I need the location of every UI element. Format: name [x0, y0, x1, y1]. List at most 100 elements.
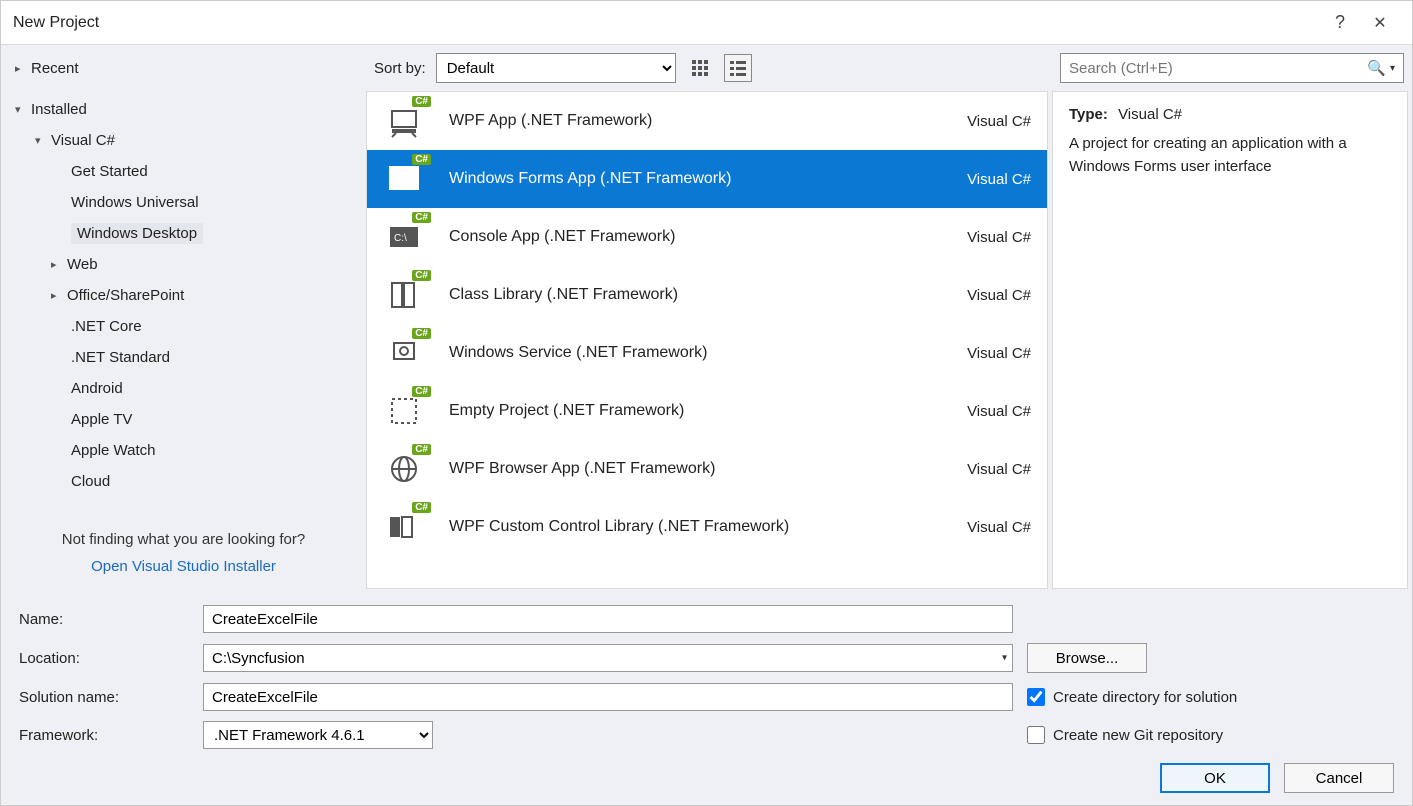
ok-button[interactable]: OK: [1160, 763, 1270, 793]
create-git-checkbox-row[interactable]: Create new Git repository: [1027, 726, 1394, 744]
details-type-value: Visual C#: [1118, 106, 1182, 123]
tree-footer-text: Not finding what you are looking for?: [21, 531, 346, 548]
details-description: A project for creating an application wi…: [1069, 133, 1391, 178]
search-input[interactable]: [1069, 60, 1367, 77]
template-name: Console App (.NET Framework): [449, 228, 917, 246]
sort-by-label: Sort by:: [374, 60, 426, 77]
template-icon: C#: [383, 100, 425, 142]
tree-node[interactable]: ▾Visual C#: [1, 125, 366, 156]
framework-dropdown[interactable]: .NET Framework 4.6.1: [203, 721, 433, 749]
create-directory-checkbox[interactable]: [1027, 688, 1045, 706]
solution-name-input[interactable]: [203, 683, 1013, 711]
solution-name-label: Solution name:: [19, 689, 189, 706]
tree-label: Apple TV: [71, 411, 132, 428]
template-icon: C#: [383, 448, 425, 490]
template-item[interactable]: C# Windows Service (.NET Framework) Visual…: [367, 324, 1047, 382]
browse-button[interactable]: Browse...: [1027, 643, 1147, 673]
sort-by-dropdown[interactable]: Default: [436, 53, 676, 83]
category-tree[interactable]: ▸ Recent ▾ Installed ▾Visual C#Get Start…: [1, 45, 366, 519]
close-button[interactable]: ✕: [1360, 13, 1400, 33]
chevron-down-icon: ▾: [15, 103, 31, 116]
view-details-button[interactable]: [724, 54, 752, 82]
template-item[interactable]: C#Class Library (.NET Framework)Visual C…: [367, 266, 1047, 324]
template-name: Empty Project (.NET Framework): [449, 402, 917, 420]
tree-label: Office/SharePoint: [67, 287, 184, 304]
location-label: Location:: [19, 650, 189, 667]
template-language: Visual C#: [941, 171, 1031, 188]
template-item[interactable]: C#Empty Project (.NET Framework)Visual C…: [367, 382, 1047, 440]
template-language: Visual C#: [941, 519, 1031, 536]
tree-node[interactable]: Windows Desktop: [1, 218, 366, 249]
tree-node[interactable]: Android: [1, 373, 366, 404]
template-name: Windows Service (.NET Framework): [449, 344, 917, 362]
search-icon[interactable]: 🔍: [1367, 59, 1386, 77]
template-item[interactable]: C:\C# Console App (.NET Framework) Visual …: [367, 208, 1047, 266]
tree-node[interactable]: Get Started: [1, 156, 366, 187]
template-item[interactable]: C# WPF App (.NET Framework) Visual C#: [367, 92, 1047, 150]
cancel-button[interactable]: Cancel: [1284, 763, 1394, 793]
tree-node[interactable]: .NET Standard: [1, 342, 366, 373]
tree-node-recent[interactable]: ▸ Recent: [1, 53, 366, 84]
search-box[interactable]: 🔍 ▾: [1060, 53, 1404, 83]
view-small-icons-button[interactable]: [686, 54, 714, 82]
help-button[interactable]: ?: [1320, 12, 1360, 33]
csharp-badge-icon: C#: [412, 444, 431, 455]
framework-label: Framework:: [19, 727, 189, 744]
details-type-label: Type:: [1069, 106, 1108, 123]
template-language: Visual C#: [941, 113, 1031, 130]
template-item[interactable]: C# WPF Browser App (.NET Framework) Visual…: [367, 440, 1047, 498]
create-git-checkbox[interactable]: [1027, 726, 1045, 744]
template-name: WPF App (.NET Framework): [449, 112, 917, 130]
tree-node[interactable]: Windows Universal: [1, 187, 366, 218]
template-panel: Sort by: Default C# WPF App (.NET Framewo…: [366, 45, 1052, 593]
template-item[interactable]: C#Windows Forms App (.NET Framework)Visu…: [367, 150, 1047, 208]
tree-label: Visual C#: [51, 132, 115, 149]
location-input[interactable]: [203, 644, 1013, 672]
template-item[interactable]: C#WPF Custom Control Library (.NET Frame…: [367, 498, 1047, 556]
tree-label: Get Started: [71, 163, 148, 180]
template-details: Type: Visual C# A project for creating a…: [1052, 91, 1408, 589]
template-list[interactable]: C#WPF App (.NET Framework)Visual C#C#Win…: [366, 91, 1048, 589]
template-icon: C:\C#: [383, 216, 425, 258]
template-icon: C#: [383, 158, 425, 200]
open-vs-installer-link[interactable]: Open Visual Studio Installer: [91, 558, 276, 575]
template-toolbar: Sort by: Default: [366, 45, 1052, 91]
template-name: WPF Browser App (.NET Framework): [449, 460, 917, 478]
chevron-down-icon: ▾: [35, 134, 51, 147]
template-icon: C#: [383, 506, 425, 548]
name-input[interactable]: [203, 605, 1013, 633]
tree-node[interactable]: Apple TV: [1, 404, 366, 435]
template-language: Visual C#: [941, 345, 1031, 362]
search-row: 🔍 ▾: [1052, 45, 1412, 91]
create-directory-label: Create directory for solution: [1053, 689, 1237, 706]
create-directory-checkbox-row[interactable]: Create directory for solution: [1027, 688, 1394, 706]
dialog-body: ▸ Recent ▾ Installed ▾Visual C#Get Start…: [1, 45, 1412, 593]
template-language: Visual C#: [941, 461, 1031, 478]
tree-label: Recent: [31, 60, 79, 77]
tree-label: Apple Watch: [71, 442, 156, 459]
tree-node-installed[interactable]: ▾ Installed: [1, 94, 366, 125]
tree-node[interactable]: Apple Watch: [1, 435, 366, 466]
tree-node[interactable]: Cloud: [1, 466, 366, 497]
tree-node[interactable]: ▸Office/SharePoint: [1, 280, 366, 311]
tree-footer: Not finding what you are looking for? Op…: [1, 519, 366, 593]
title-bar: New Project ? ✕: [1, 1, 1412, 45]
csharp-badge-icon: C#: [412, 212, 431, 223]
tree-node[interactable]: .NET Core: [1, 311, 366, 342]
template-icon: C#: [383, 390, 425, 432]
tree-node[interactable]: ▸Web: [1, 249, 366, 280]
template-icon: C#: [383, 332, 425, 374]
search-dropdown-icon[interactable]: ▾: [1390, 63, 1395, 74]
template-language: Visual C#: [941, 287, 1031, 304]
tree-label: Cloud: [71, 473, 110, 490]
grid-small-icon: [691, 59, 709, 77]
name-label: Name:: [19, 611, 189, 628]
tree-label: Web: [67, 256, 98, 273]
chevron-right-icon: ▸: [51, 289, 67, 302]
tree-label: .NET Standard: [71, 349, 170, 366]
template-language: Visual C#: [941, 229, 1031, 246]
category-tree-panel: ▸ Recent ▾ Installed ▾Visual C#Get Start…: [1, 45, 366, 593]
details-panel: 🔍 ▾ Type: Visual C# A project for creati…: [1052, 45, 1412, 593]
csharp-badge-icon: C#: [412, 386, 431, 397]
chevron-right-icon: ▸: [51, 258, 67, 271]
